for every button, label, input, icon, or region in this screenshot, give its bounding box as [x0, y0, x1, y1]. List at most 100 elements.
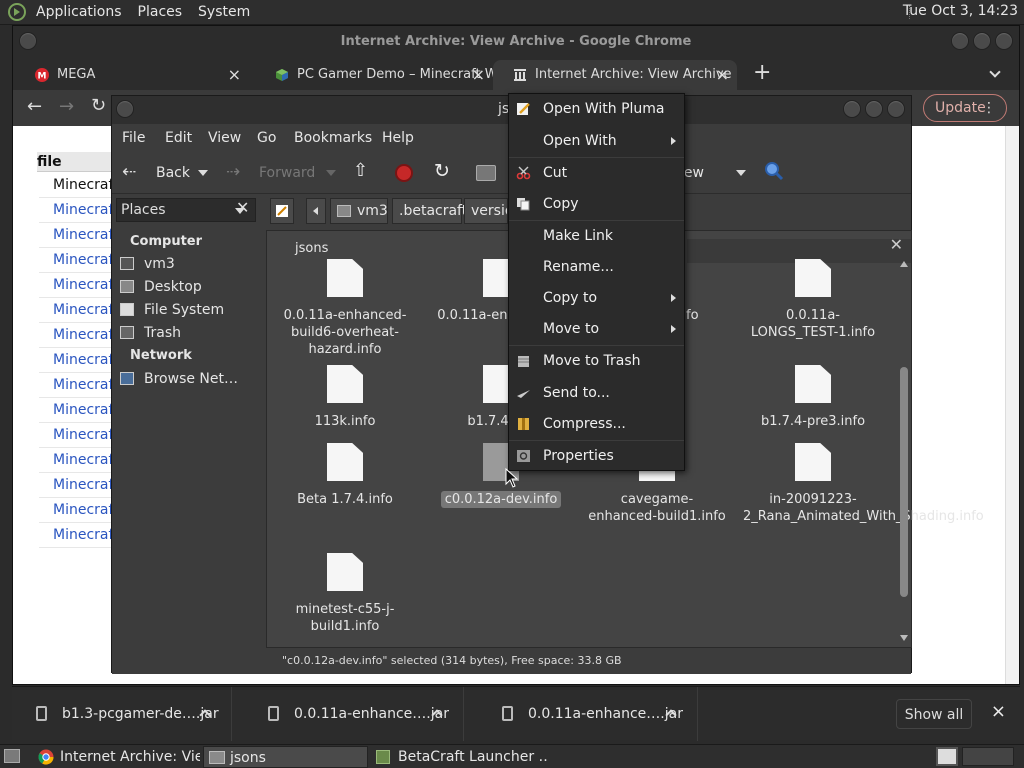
sidebar-item-file-system[interactable]: File System: [120, 302, 224, 318]
file-list-item[interactable]: Minecraft: [39, 423, 113, 448]
breadcrumb-betacraft[interactable]: .betacraft: [392, 198, 467, 224]
close-window-button[interactable]: [887, 100, 905, 118]
properties-item[interactable]: Properties: [509, 443, 684, 469]
workspace-switcher-2[interactable]: [962, 747, 1014, 766]
home-folder-icon[interactable]: [476, 165, 496, 181]
chrome-titlebar[interactable]: Internet Archive: View Archive - Google …: [13, 26, 1019, 58]
breadcrumb-vm3[interactable]: vm3: [330, 198, 388, 224]
file-list-item[interactable]: Minecraft: [39, 523, 113, 548]
copy-item[interactable]: Copy: [509, 191, 684, 217]
tab-search-chevron-icon[interactable]: [989, 66, 1001, 78]
reload-icon[interactable]: ↻: [91, 95, 106, 116]
menu-view[interactable]: View: [208, 130, 241, 146]
menu-go[interactable]: Go: [257, 130, 276, 146]
file-list-item[interactable]: Minecraft: [39, 223, 113, 248]
cut-item[interactable]: Cut: [509, 160, 684, 186]
file-list-item[interactable]: Minecraft: [39, 323, 113, 348]
file-list-item[interactable]: Minecraft: [39, 448, 113, 473]
window-menu-button[interactable]: [19, 32, 37, 50]
forward-arrow-icon[interactable]: ⇢: [226, 162, 240, 182]
up-arrow-icon[interactable]: ⇧: [353, 160, 368, 181]
file-list-item[interactable]: Minecraft: [39, 398, 113, 423]
breadcrumb-scroll-left[interactable]: [306, 198, 326, 224]
file-list-item[interactable]: Minecraft: [39, 348, 113, 373]
maximize-button[interactable]: [973, 32, 991, 50]
applications-menu[interactable]: Applications: [36, 4, 122, 20]
sidebar-places-selector[interactable]: Places: [116, 198, 256, 222]
menu-edit[interactable]: Edit: [165, 130, 192, 146]
back-arrow-icon[interactable]: ←: [27, 96, 42, 117]
show-desktop-icon[interactable]: [4, 749, 20, 763]
icon-view-scrollbar[interactable]: [899, 261, 909, 641]
file-item[interactable]: 0.0.11a-enhanced-build6-overheat-hazard.…: [275, 259, 415, 358]
menu-file[interactable]: File: [122, 130, 145, 146]
task-betacraft[interactable]: BetaCraft Launcher …: [372, 746, 548, 768]
update-button[interactable]: Update ⋮: [923, 94, 1007, 122]
minimize-button[interactable]: [843, 100, 861, 118]
download-item[interactable]: b1.3-pcgamer-de….jar: [12, 687, 232, 741]
workspace-switcher[interactable]: [936, 747, 958, 766]
show-all-button[interactable]: Show all: [896, 699, 972, 729]
tab-mega[interactable]: M MEGA ×: [13, 60, 249, 90]
compress-item[interactable]: Compress...: [509, 411, 684, 437]
close-window-button[interactable]: [995, 32, 1013, 50]
open-with-pluma-item[interactable]: Open With Pluma: [509, 96, 684, 122]
sidebar-item-vm3[interactable]: vm3: [120, 256, 175, 272]
back-dropdown-icon[interactable]: [198, 170, 208, 176]
file-item[interactable]: Beta 1.7.4.info: [275, 443, 415, 508]
file-list-item[interactable]: Minecraft: [39, 248, 113, 273]
view-dropdown-icon[interactable]: [736, 170, 746, 176]
page-scrollbar[interactable]: [1005, 126, 1019, 684]
sidebar-item-desktop[interactable]: Desktop: [120, 279, 202, 295]
search-icon[interactable]: [764, 161, 784, 181]
menu-bookmarks[interactable]: Bookmarks: [294, 130, 372, 146]
task-chrome[interactable]: Internet Archive: Vie…: [34, 746, 200, 768]
tab-close-icon[interactable]: ×: [228, 60, 241, 90]
kebab-menu-icon[interactable]: ⋮: [982, 95, 996, 121]
minimize-button[interactable]: [951, 32, 969, 50]
clock[interactable]: Tue Oct 3, 14:23: [903, 3, 1018, 19]
maximize-button[interactable]: [865, 100, 883, 118]
places-menu[interactable]: Places: [138, 4, 183, 20]
mate-logo-icon[interactable]: [8, 3, 26, 21]
window-menu-button[interactable]: [116, 100, 134, 118]
file-list-item[interactable]: Minecraft: [39, 473, 113, 498]
forward-button[interactable]: Forward: [259, 165, 315, 181]
scrollbar-thumb[interactable]: [900, 367, 908, 597]
close-shelf-icon[interactable]: ×: [991, 701, 1006, 722]
breadcrumb-versions[interactable]: version: [464, 198, 508, 224]
close-sidebar-icon[interactable]: ✕: [236, 198, 249, 217]
file-item[interactable]: b1.7.4-pre3.info: [743, 365, 883, 430]
sidebar-item-trash[interactable]: Trash: [120, 325, 181, 341]
tab-close-icon[interactable]: ×: [472, 60, 485, 90]
file-list-item[interactable]: Minecraft: [39, 273, 113, 298]
reload-icon[interactable]: ↻: [434, 160, 450, 182]
open-with-item[interactable]: Open With: [509, 128, 684, 154]
back-button[interactable]: Back: [156, 165, 190, 181]
file-item[interactable]: 0.0.11a-LONGS_TEST-1.info: [743, 259, 883, 341]
stop-icon[interactable]: [395, 164, 413, 182]
rename-item[interactable]: Rename...: [509, 254, 684, 280]
file-item[interactable]: 113k.info: [275, 365, 415, 430]
back-arrow-icon[interactable]: ⇠: [122, 162, 136, 182]
forward-arrow-icon[interactable]: →: [59, 96, 74, 117]
file-list-item[interactable]: Minecraft: [39, 198, 113, 223]
file-list-item[interactable]: Minecraft: [39, 298, 113, 323]
make-link-item[interactable]: Make Link: [509, 223, 684, 249]
menu-help[interactable]: Help: [382, 130, 414, 146]
close-pane-icon[interactable]: ✕: [890, 235, 903, 254]
tab-close-icon[interactable]: ×: [716, 60, 729, 90]
copy-to-item[interactable]: Copy to: [509, 285, 684, 311]
system-menu[interactable]: System: [198, 4, 250, 20]
file-list-item[interactable]: Minecraft: [39, 498, 113, 523]
send-to-item[interactable]: Send to...: [509, 380, 684, 406]
sidebar-item-browse-network[interactable]: Browse Net…: [120, 371, 238, 387]
scroll-down-icon[interactable]: [900, 635, 908, 641]
download-item[interactable]: 0.0.11a-enhance….jar: [478, 687, 698, 741]
column-header[interactable]: file: [37, 152, 117, 172]
scroll-up-icon[interactable]: [900, 261, 908, 267]
edit-location-button[interactable]: [270, 198, 294, 224]
file-item[interactable]: minetest-c55-j-build1.info: [275, 553, 415, 635]
file-item[interactable]: in-20091223-2_Rana_Animated_With_Shading…: [743, 443, 984, 525]
tab-pc-gamer-demo[interactable]: PC Gamer Demo – Minecraft W ×: [253, 60, 493, 90]
